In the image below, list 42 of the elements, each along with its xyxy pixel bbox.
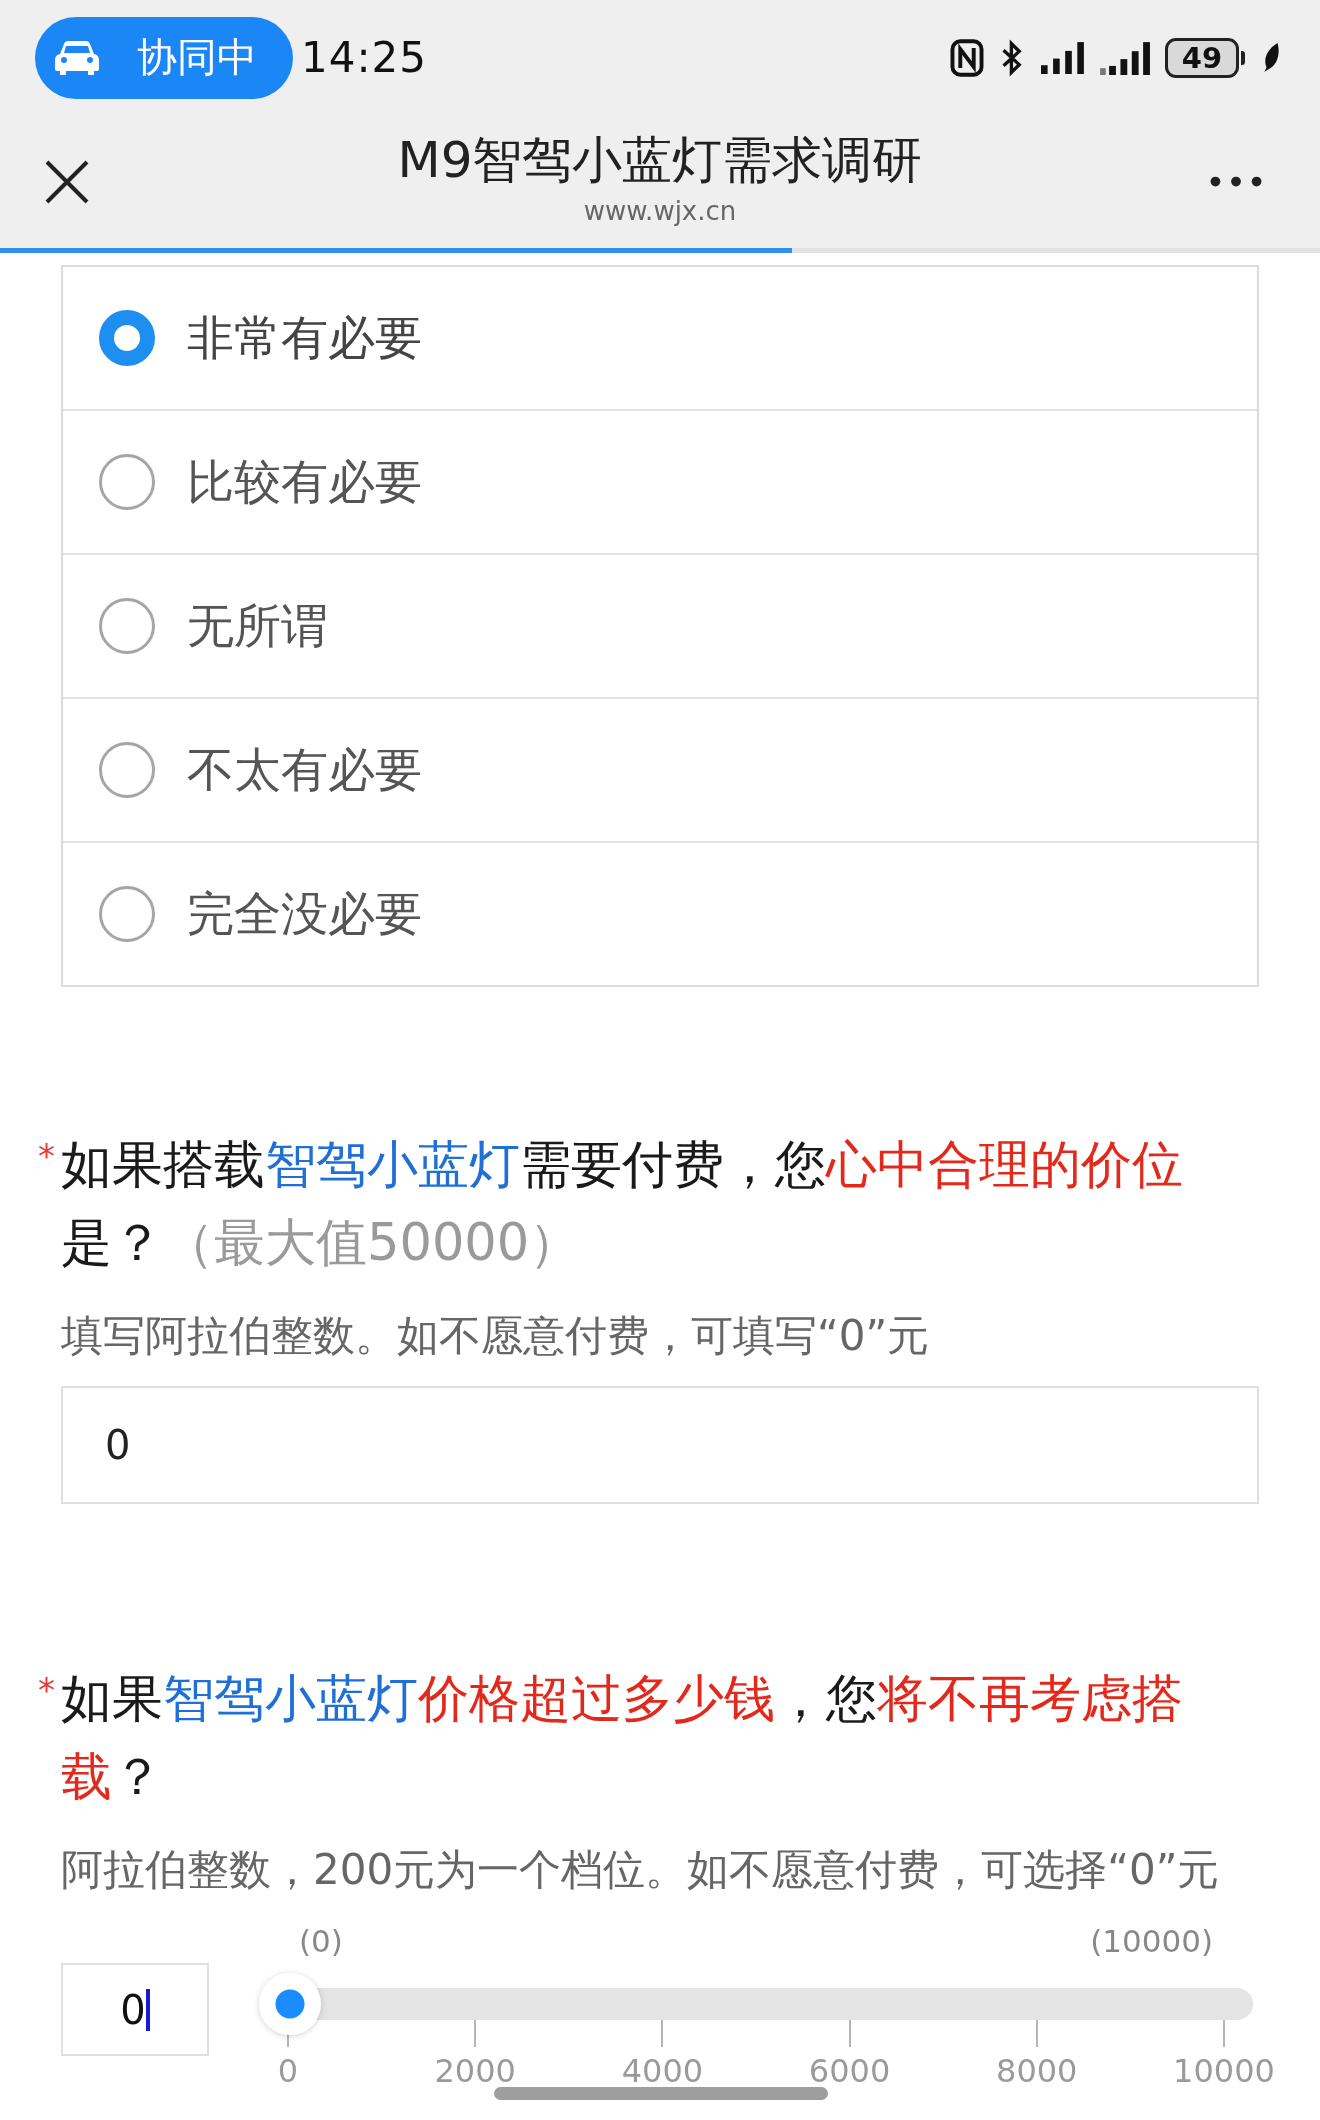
car-icon [53,38,101,77]
slider-max-label: (10000) [1090,1923,1213,1959]
close-button[interactable] [45,159,89,204]
slider-track[interactable] [259,1973,1253,2035]
status-time: 14:25 [301,33,428,82]
tick-mark [474,2020,477,2047]
question-title: 如果搭载智驾小蓝灯需要付费，您心中合理的价位 是？（最大值50000） [61,1134,1184,1274]
tick-mark [1035,2020,1038,2047]
signal-icon [1100,40,1150,75]
tick-mark [848,2020,851,2047]
tick-label: 4000 [621,2051,704,2091]
required-mark: * [37,1669,56,1712]
slider-value-input[interactable]: 0 [61,1963,209,2056]
more-button[interactable] [1210,176,1262,187]
option-item[interactable]: 比较有必要 [63,411,1257,555]
page-title: M9智驾小蓝灯需求调研 [397,130,923,189]
battery-indicator: 49 [1165,37,1247,78]
slider-min-label: (0) [299,1923,343,1959]
question-title: 如果智驾小蓝灯价格超过多少钱，您将不再考虑搭载？ [61,1668,1184,1808]
option-item[interactable]: 非常有必要 [63,267,1257,411]
option-item[interactable]: 无所谓 [63,555,1257,699]
question-hint: 阿拉伯整数，200元为一个档位。如不愿意付费，可选择“0”元 [61,1845,1221,1895]
tick-label: 8000 [996,2051,1078,2091]
question-hint: 填写阿拉伯整数。如不愿意付费，可填写“0”元 [61,1311,931,1361]
page-url: www.wjx.cn [583,194,737,227]
tick-mark [1222,2020,1225,2047]
close-icon [45,159,89,204]
tick-label: 0 [277,2051,299,2091]
option-item[interactable]: 不太有必要 [63,699,1257,843]
tick-label: 6000 [808,2051,891,2091]
nfc-icon [950,38,984,77]
leaf-icon [1262,42,1282,73]
tick-mark [661,2020,664,2047]
answer-input[interactable]: 0 [61,1386,1259,1504]
more-icon [1210,176,1262,187]
tick-label: 2000 [434,2051,516,2091]
tick-label: 10000 [1173,2051,1275,2091]
option-item[interactable]: 完全没必要 [63,843,1257,985]
collaboration-chip[interactable]: 协同中 [35,16,293,99]
required-mark: * [37,1135,56,1178]
signal-icon [1041,41,1085,74]
slider-thumb[interactable] [259,1973,321,2035]
